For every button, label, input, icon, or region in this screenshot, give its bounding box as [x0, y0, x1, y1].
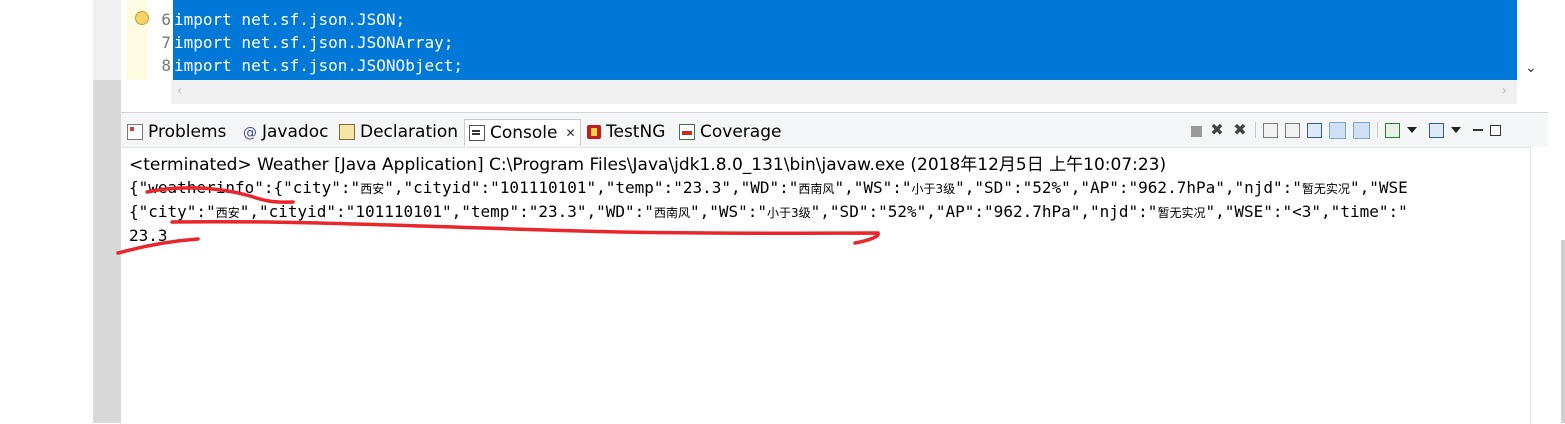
annotation-ruler — [127, 0, 149, 80]
remove-launch-icon[interactable]: ✖ — [1209, 122, 1225, 138]
tab-label: TestNG — [606, 122, 666, 142]
console-text: {"city":" — [129, 202, 216, 221]
tab-label: Declaration — [360, 122, 459, 142]
console-text-cjk: 小于3级 — [767, 206, 811, 220]
console-text: ","cityid":"101110101","temp":"23.3","WD… — [239, 202, 654, 221]
console-text-cjk: 西南风 — [798, 182, 835, 196]
line-number: 7 — [161, 33, 171, 52]
left-gutter — [0, 0, 93, 423]
pin-console-icon[interactable] — [1307, 122, 1322, 138]
tab-label: Console — [490, 123, 558, 143]
console-status-line: <terminated> Weather [Java Application] … — [129, 155, 1167, 175]
toolbar-separator — [1255, 122, 1256, 138]
line-number: 8 — [161, 56, 171, 75]
word-wrap-icon[interactable] — [1285, 122, 1300, 138]
toolbar-separator — [1377, 122, 1378, 138]
console-text-cjk: 西南风 — [653, 206, 690, 220]
maximize-icon[interactable] — [1490, 124, 1501, 136]
minimize-icon[interactable] — [1473, 129, 1483, 131]
remove-all-terminated-icon[interactable]: ✖ — [1232, 122, 1248, 138]
editor-horizontal-scrollbar[interactable]: ‹ › — [171, 80, 1517, 104]
scroll-left-icon[interactable]: ‹ — [177, 83, 183, 99]
console-output-line: {"weatherinfo":{"city":"西安","cityid":"10… — [129, 176, 1529, 200]
tab-declaration[interactable]: Declaration — [339, 119, 458, 145]
console-text: ","WS":" — [689, 202, 768, 221]
console-output-line: 23.3 — [129, 226, 168, 245]
code-editor[interactable]: 6 7 8 import net.sf.json.JSON; import ne… — [121, 0, 1565, 106]
console-text: ","SD":"52%","AP":"962.7hPa","njd":" — [810, 202, 1158, 221]
right-edge — [1548, 0, 1565, 423]
console-output-line: {"city":"西安","cityid":"101110101","temp"… — [129, 200, 1529, 224]
console-text: {"weatherinfo":{"city":" — [129, 178, 361, 197]
scroll-right-icon[interactable]: › — [1501, 83, 1507, 99]
console-vertical-scrollbar[interactable] — [1530, 147, 1549, 424]
code-line[interactable]: import net.sf.json.JSON; — [174, 10, 405, 29]
line-number-ruler: 6 7 8 — [147, 0, 171, 80]
left-panel-border-top — [93, 0, 121, 80]
chevron-down-icon[interactable] — [1407, 127, 1417, 133]
console-text: ","WS":" — [834, 178, 912, 197]
view-tab-bar: Problems @ Javadoc Declaration Console ✕… — [121, 113, 1548, 148]
view-menu-icon[interactable] — [1451, 127, 1461, 133]
tab-javadoc[interactable]: @ Javadoc — [243, 119, 328, 145]
line-number: 6 — [161, 10, 171, 29]
javadoc-icon: @ — [243, 125, 257, 141]
console-text: ","WSE":"<3","time":" — [1205, 202, 1408, 221]
tab-coverage[interactable]: Coverage — [679, 119, 781, 145]
code-line[interactable]: import net.sf.json.JSONArray; — [174, 33, 453, 52]
console-text-cjk: 暂无实况 — [1301, 182, 1350, 196]
console-text-cjk: 西安 — [360, 182, 385, 196]
display-selected-console-icon[interactable] — [1385, 122, 1400, 138]
show-when-stderr-icon[interactable] — [1353, 121, 1370, 139]
testng-icon — [587, 125, 601, 139]
problems-icon — [127, 124, 143, 140]
console-text-cjk: 西安 — [215, 206, 240, 220]
scroll-lock-icon[interactable] — [1263, 122, 1278, 138]
tab-label: Javadoc — [262, 122, 329, 142]
console-text-cjk: 暂无实况 — [1157, 206, 1206, 220]
show-when-stdout-icon[interactable] — [1329, 121, 1346, 139]
console-icon — [469, 125, 485, 141]
terminate-icon[interactable] — [1191, 125, 1202, 137]
tab-problems[interactable]: Problems — [127, 119, 226, 145]
tab-label: Problems — [148, 122, 227, 142]
console-toolbar: ✖ ✖ — [1191, 119, 1508, 141]
console-text: ","SD":"52%","AP":"962.7hPa","njd":" — [955, 178, 1302, 197]
code-line[interactable]: import net.sf.json.JSONObject; — [174, 56, 463, 75]
editor-vertical-scrollbar[interactable]: ⌄ — [1517, 0, 1548, 80]
tab-console[interactable]: Console ✕ — [464, 119, 581, 146]
console-view-panel: Problems @ Javadoc Declaration Console ✕… — [121, 112, 1549, 424]
scroll-down-icon[interactable]: ⌄ — [1525, 60, 1537, 76]
tab-testng[interactable]: TestNG — [587, 119, 665, 145]
tab-label: Coverage — [700, 122, 782, 142]
console-text: ","cityid":"101110101","temp":"23.3","WD… — [384, 178, 799, 197]
coverage-icon — [679, 124, 695, 140]
console-output[interactable]: {"weatherinfo":{"city":"西安","cityid":"10… — [129, 176, 1529, 248]
console-text: ","WSE — [1349, 178, 1408, 197]
console-text-cjk: 小于3级 — [911, 182, 956, 196]
declaration-icon — [339, 124, 355, 140]
close-icon[interactable]: ✕ — [566, 126, 576, 140]
open-console-icon[interactable] — [1429, 122, 1444, 138]
